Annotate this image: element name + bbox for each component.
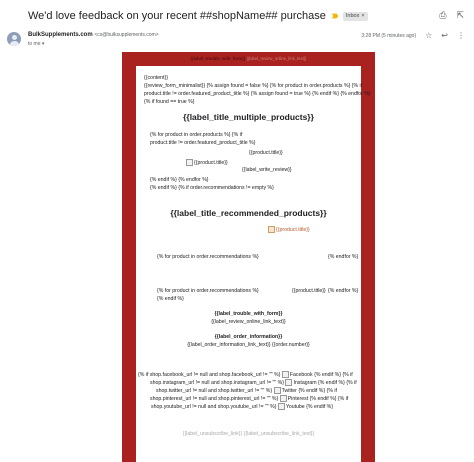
recipient-details-caret-icon[interactable]: ▾: [42, 41, 45, 47]
sender-name[interactable]: BulkSupplements.com: [28, 32, 93, 38]
open-in-new-window-icon[interactable]: ⇱: [456, 10, 464, 20]
social-instagram-line: shop.instagram_url != null and shop.inst…: [150, 378, 357, 386]
more-options-icon[interactable]: ⋮: [457, 32, 465, 40]
avatar-body-shape: [9, 41, 19, 46]
template-line-5: {% for product in order.products %} {% i…: [150, 132, 243, 138]
twitter-link[interactable]: Twitter: [282, 388, 297, 394]
template-line-7: {% endif %} {% endfor %}: [150, 177, 209, 183]
twitter-icon[interactable]: [273, 386, 281, 394]
instagram-link[interactable]: Instagram: [293, 380, 316, 386]
social-facebook-endif: {% endif %} {% if: [314, 371, 353, 378]
unsubscribe-link-text[interactable]: {{label_unsubscribe_link_text}}: [244, 431, 315, 437]
social-youtube-line: shop.youtube_url != null and shop.youtub…: [151, 402, 333, 410]
subject-row: We'd love feedback on your recent ##shop…: [28, 8, 368, 24]
top-icons: ⎙ ⇱: [439, 10, 464, 20]
template-line-4: {% if found == true %}: [144, 99, 195, 105]
for-recommendations-line-1: {% for product in order.recommendations …: [157, 254, 259, 260]
sender-avatar[interactable]: [7, 32, 21, 46]
unsubscribe-footer: {{label_unsubscribe_link}} {{label_unsub…: [136, 431, 361, 438]
facebook-icon[interactable]: [281, 370, 289, 378]
inbox-label-badge[interactable]: Inbox ×: [342, 11, 368, 21]
header-review-link[interactable]: {{label_review_online_link_text}}: [247, 56, 307, 61]
social-twitter-condition: shop.twitter_url != null and shop.twitte…: [156, 387, 273, 394]
for-recommendations-line-2: {% for product in order.recommendations …: [157, 288, 259, 294]
print-icon[interactable]: ⎙: [439, 10, 446, 20]
social-pinterest-condition: shop.pinterest_url != null and shop.pint…: [150, 395, 279, 402]
email-content-area: {{content}} {{review_form_minimalist}} {…: [136, 66, 371, 462]
social-instagram-endif: {% endif %} {% if: [318, 379, 357, 386]
social-pinterest-endif: {% endif %} {% if: [309, 395, 349, 402]
social-pinterest-line: shop.pinterest_url != null and shop.pint…: [150, 394, 349, 402]
product-image-alt-1: {{product.title}}: [194, 159, 228, 166]
product-title-2[interactable]: {{product.title}}: [292, 288, 326, 295]
email-subject: We'd love feedback on your recent ##shop…: [28, 10, 326, 22]
unsubscribe-link[interactable]: {{label_unsubscribe_link}}: [183, 431, 242, 437]
order-information-link[interactable]: {{label_order_information_link_text}} {{…: [136, 342, 361, 349]
trouble-with-form-text: {{label_trouble_with_form}}: [214, 311, 283, 317]
social-youtube-condition: shop.youtube_url != null and shop.youtub…: [151, 403, 277, 410]
facebook-link[interactable]: Facebook: [290, 372, 313, 378]
recipient-text: to me: [28, 41, 41, 47]
template-line-2: {{review_form_minimalist}} {% assign fou…: [144, 83, 363, 89]
header-trouble-text[interactable]: {{label_trouble_with_form}}: [190, 56, 245, 61]
broken-image-icon: [186, 158, 193, 166]
inbox-label-text: Inbox: [345, 12, 360, 19]
social-youtube-endif: {% endif %}: [306, 403, 333, 410]
endfor-line-1: {% endfor %}: [328, 254, 359, 260]
heading-multiple-products: {{label_title_multiple_products}}: [183, 112, 314, 122]
product-image-1[interactable]: {{product.title}}: [186, 158, 228, 166]
message-date: 3:28 PM (5 minutes ago): [361, 33, 417, 39]
heading-recommended-products: {{label_title_recommended_products}}: [170, 208, 327, 218]
social-facebook-condition: {% if shop.facebook_url != null and shop…: [138, 371, 281, 378]
template-line-3: product.title != order.featured_product_…: [144, 91, 371, 97]
importance-marker-icon[interactable]: [331, 12, 339, 20]
social-facebook-line: {% if shop.facebook_url != null and shop…: [138, 370, 353, 378]
pinterest-icon[interactable]: [279, 394, 287, 402]
youtube-icon[interactable]: [277, 402, 285, 410]
write-review-link[interactable]: {{label_write_review}}: [242, 167, 292, 174]
recommended-product-image[interactable]: {{product.title}}: [268, 226, 310, 233]
recipient-line[interactable]: to me ▾: [28, 41, 44, 47]
recommended-image-alt: {{product.title}}: [276, 226, 310, 233]
broken-image-icon: [268, 226, 275, 233]
star-icon[interactable]: ☆: [425, 32, 432, 40]
template-line-6: product.title != order.featured_product_…: [150, 140, 256, 146]
review-online-link[interactable]: {{label_review_online_link_text}}: [136, 319, 361, 326]
avatar-head-shape: [11, 35, 17, 40]
reply-icon[interactable]: ↩: [441, 32, 448, 40]
template-line-8: {% endif %} {% if order.recommendations …: [150, 185, 274, 191]
social-instagram-condition: shop.instagram_url != null and shop.inst…: [150, 379, 285, 386]
order-information-label: {{label_order_information}}: [214, 334, 283, 340]
sender-email: <cs@bulksupplements.com>: [94, 32, 159, 38]
social-twitter-endif: {% endif %} {% if: [298, 387, 337, 394]
pinterest-link[interactable]: Pinterest: [288, 396, 308, 402]
message-meta: 3:28 PM (5 minutes ago) ☆ ↩ ⋮: [361, 32, 465, 40]
product-title-1[interactable]: {{product.title}}: [249, 150, 283, 157]
sender-line: BulkSupplements.com <cs@bulksupplements.…: [28, 32, 159, 38]
youtube-link[interactable]: Youtube: [286, 404, 305, 410]
social-twitter-line: shop.twitter_url != null and shop.twitte…: [156, 386, 337, 394]
email-body-frame: {{label_trouble_with_form}} {{label_revi…: [122, 52, 375, 462]
instagram-icon[interactable]: [285, 378, 293, 386]
endfor-line-2: {% endfor %}: [328, 288, 359, 294]
endif-line: {% endif %}: [157, 296, 184, 302]
content-placeholder: {{content}}: [144, 75, 168, 81]
email-header-bar: {{label_trouble_with_form}} {{label_revi…: [122, 56, 375, 61]
remove-label-icon[interactable]: ×: [361, 13, 364, 20]
